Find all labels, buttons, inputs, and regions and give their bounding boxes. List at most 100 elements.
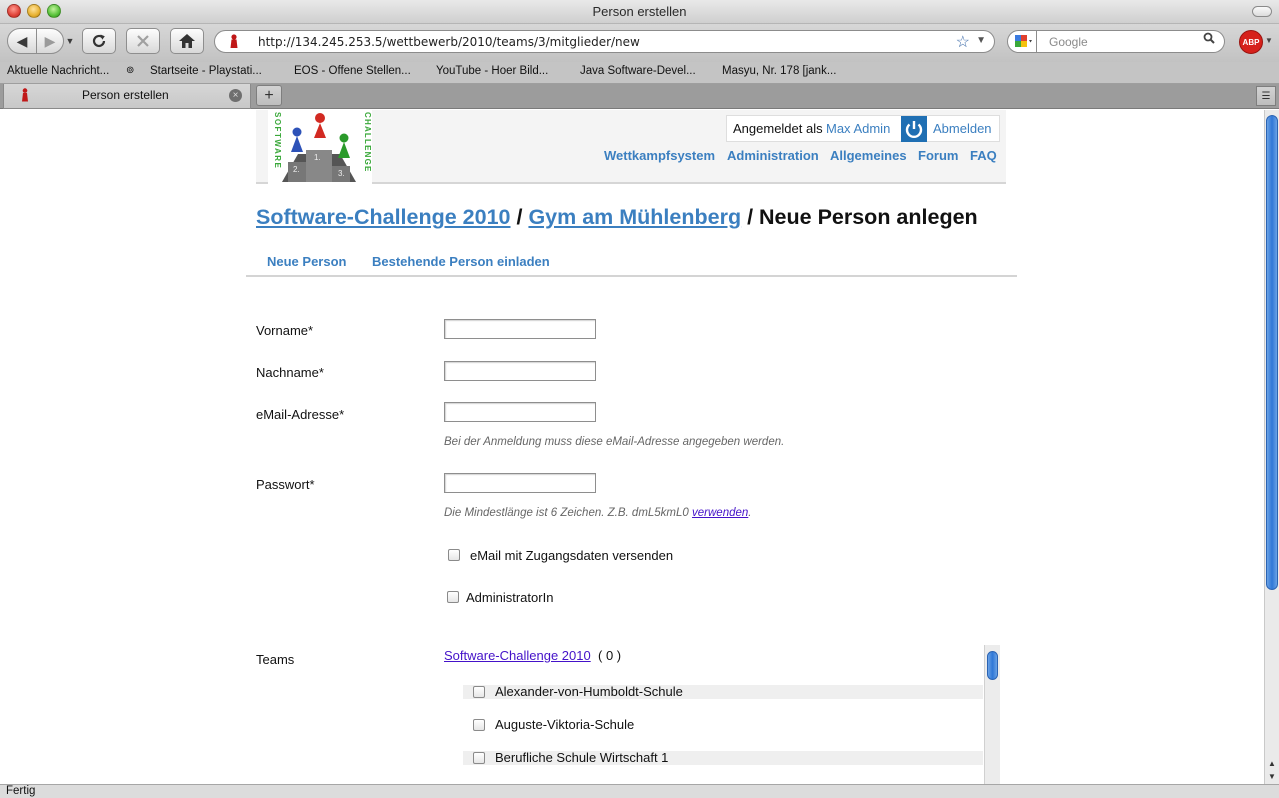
home-icon bbox=[179, 34, 195, 48]
teams-scrollbar[interactable] bbox=[984, 645, 1000, 784]
svg-text:1.: 1. bbox=[314, 153, 321, 162]
breadcrumb-separator: / bbox=[741, 205, 760, 229]
tab-label: Person erstellen bbox=[82, 88, 169, 102]
google-icon bbox=[1015, 35, 1032, 47]
bookmark-item[interactable]: EOS - Offene Stellen... bbox=[294, 65, 411, 77]
forward-button[interactable]: ▶ bbox=[36, 28, 64, 54]
teams-contest-count: ( 0 ) bbox=[598, 648, 622, 663]
breadcrumb-separator: / bbox=[510, 205, 529, 229]
window-title: Person erstellen bbox=[592, 4, 687, 19]
window-titlebar: Person erstellen bbox=[0, 0, 1279, 24]
team-name: Auguste-Viktoria-Schule bbox=[495, 717, 635, 732]
tab-list-button[interactable]: ☰ bbox=[1256, 86, 1276, 106]
new-tab-button[interactable]: + bbox=[256, 85, 282, 106]
user-name-link[interactable]: Max Admin bbox=[826, 121, 890, 136]
search-engine-selector[interactable] bbox=[1007, 30, 1037, 53]
use-password-link[interactable]: verwenden bbox=[692, 507, 748, 519]
email-hint: Bei der Anmeldung muss diese eMail-Adres… bbox=[444, 436, 785, 448]
software-challenge-logo[interactable]: SOFTWARE CHALLENGE 1. 2. 3. bbox=[268, 110, 372, 184]
power-icon[interactable] bbox=[901, 116, 927, 142]
svg-text:CHALLENGE: CHALLENGE bbox=[363, 112, 372, 173]
bookmarks-toolbar: Aktuelle Nachricht... ⊚ Startseite - Pla… bbox=[0, 62, 1279, 84]
status-bar: Fertig bbox=[0, 784, 1279, 798]
nav-faq[interactable]: FAQ bbox=[970, 148, 997, 163]
breadcrumb: Software-Challenge 2010 / Gym am Mühlenb… bbox=[256, 205, 978, 230]
page-scroll-thumb[interactable] bbox=[1266, 115, 1278, 590]
bookmark-item[interactable]: Java Software-Devel... bbox=[580, 65, 696, 77]
url-text: http://134.245.253.5/wettbewerb/2010/tea… bbox=[258, 35, 640, 49]
scroll-down-arrow-icon[interactable]: ▼ bbox=[1268, 772, 1276, 781]
scroll-up-arrow-icon[interactable]: ▲ bbox=[1268, 759, 1276, 768]
nav-forum[interactable]: Forum bbox=[918, 148, 958, 163]
reload-icon bbox=[92, 34, 106, 48]
password-field[interactable] bbox=[444, 473, 596, 493]
svg-text:SOFTWARE: SOFTWARE bbox=[273, 112, 282, 169]
bookmark-item[interactable]: Masyu, Nr. 178 [jank... bbox=[722, 65, 836, 77]
back-button[interactable]: ◀ bbox=[7, 28, 37, 54]
url-dropdown-icon[interactable]: ▼ bbox=[976, 35, 986, 46]
adblock-dropdown-icon[interactable]: ▼ bbox=[1265, 36, 1273, 45]
teams-scroll-thumb[interactable] bbox=[987, 651, 998, 680]
page-scrollbar[interactable]: ▲ ▼ bbox=[1264, 110, 1279, 784]
stop-button[interactable] bbox=[126, 28, 160, 54]
breadcrumb-contest-link[interactable]: Software-Challenge 2010 bbox=[256, 205, 511, 229]
status-text: Fertig bbox=[6, 785, 36, 797]
list-icon: ☰ bbox=[1261, 90, 1271, 102]
page-title: Neue Person anlegen bbox=[759, 205, 978, 229]
teams-contest-link[interactable]: Software-Challenge 2010 bbox=[444, 648, 591, 663]
nav-wettkampfsystem[interactable]: Wettkampfsystem bbox=[604, 148, 715, 163]
navigation-toolbar: ◀ ▶ ▼ http://134.245.253.5/wettbewerb/20… bbox=[0, 24, 1279, 62]
nav-administration[interactable]: Administration bbox=[727, 148, 819, 163]
password-label: Passwort* bbox=[256, 477, 315, 492]
admin-checkbox[interactable] bbox=[447, 591, 459, 603]
stop-icon bbox=[137, 35, 149, 47]
arrow-left-icon: ◀ bbox=[16, 32, 28, 49]
email-field[interactable] bbox=[444, 402, 596, 422]
breadcrumb-team-link[interactable]: Gym am Mühlenberg bbox=[528, 205, 741, 229]
last-name-field[interactable] bbox=[444, 361, 596, 381]
team-name: Alexander-von-Humboldt-Schule bbox=[495, 684, 683, 699]
bookmark-item[interactable]: Aktuelle Nachricht... bbox=[7, 65, 109, 77]
search-icon[interactable] bbox=[1203, 32, 1215, 47]
tab-close-icon[interactable]: × bbox=[229, 89, 242, 102]
search-input[interactable]: Google bbox=[1037, 30, 1225, 53]
adblock-button[interactable]: ABP bbox=[1239, 30, 1263, 54]
send-mail-checkbox[interactable] bbox=[448, 549, 460, 561]
send-mail-label: eMail mit Zugangsdaten versenden bbox=[470, 548, 674, 563]
nav-allgemeines[interactable]: Allgemeines bbox=[830, 148, 907, 163]
password-hint: Die Mindestlänge ist 6 Zeichen. Z.B. dmL… bbox=[444, 507, 751, 519]
tab-bar: Person erstellen × + ☰ bbox=[0, 84, 1279, 109]
arrow-right-icon: ▶ bbox=[44, 32, 56, 49]
password-hint-text: Die Mindestlänge ist 6 Zeichen. Z.B. dmL… bbox=[444, 507, 693, 519]
plus-icon: + bbox=[264, 86, 274, 104]
tab-divider bbox=[246, 275, 1017, 277]
team-checkbox[interactable] bbox=[473, 686, 485, 698]
admin-label: AdministratorIn bbox=[466, 590, 554, 605]
tab-bestehende-person-einladen[interactable]: Bestehende Person einladen bbox=[372, 254, 550, 269]
team-checkbox[interactable] bbox=[473, 752, 485, 764]
svg-text:3.: 3. bbox=[338, 169, 345, 178]
team-checkbox[interactable] bbox=[473, 719, 485, 731]
svg-text:2.: 2. bbox=[293, 165, 300, 174]
password-hint-end: . bbox=[748, 507, 752, 519]
logged-in-label: Angemeldet als bbox=[733, 121, 823, 136]
reload-button[interactable] bbox=[82, 28, 116, 54]
team-name: Berufliche Schule Wirtschaft 1 bbox=[495, 750, 669, 765]
history-dropdown-button[interactable]: ▼ bbox=[64, 28, 76, 54]
bookmark-item[interactable]: Startseite - Playstati... bbox=[150, 65, 262, 77]
email-label: eMail-Adresse* bbox=[256, 407, 345, 422]
logout-link[interactable]: Abmelden bbox=[933, 121, 992, 136]
teams-label: Teams bbox=[256, 652, 295, 667]
first-name-label: Vorname* bbox=[256, 323, 314, 338]
home-button[interactable] bbox=[170, 28, 204, 54]
site-favicon-icon bbox=[230, 34, 238, 48]
page-content: SOFTWARE CHALLENGE 1. 2. 3. Angemeldet a… bbox=[0, 110, 1264, 784]
tab-neue-person[interactable]: Neue Person bbox=[267, 254, 346, 269]
address-bar[interactable]: http://134.245.253.5/wettbewerb/2010/tea… bbox=[214, 30, 995, 53]
toolbar-toggle-button[interactable] bbox=[1252, 6, 1272, 17]
tab-person-erstellen[interactable]: Person erstellen × bbox=[3, 84, 251, 109]
bookmark-star-icon[interactable]: ☆ bbox=[956, 32, 970, 52]
rss-icon: ⊚ bbox=[126, 65, 135, 76]
bookmark-item[interactable]: YouTube - Hoer Bild... bbox=[436, 65, 548, 77]
first-name-field[interactable] bbox=[444, 319, 596, 339]
